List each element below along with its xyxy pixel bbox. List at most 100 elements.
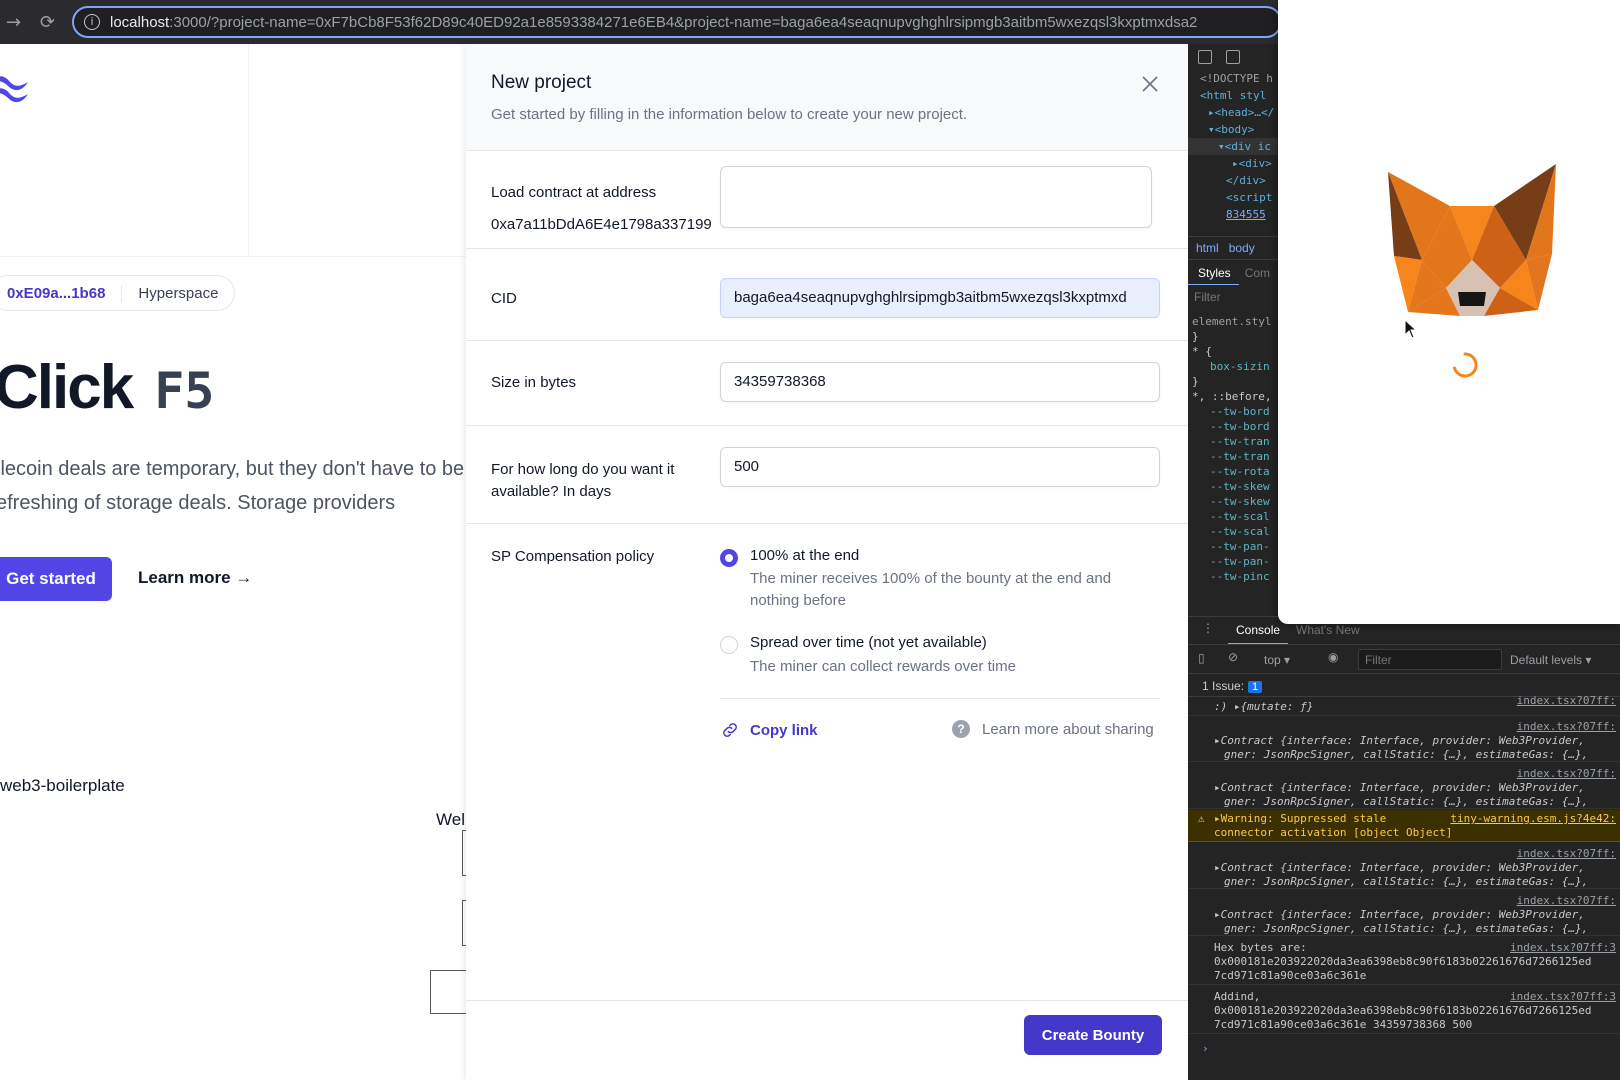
divider <box>466 248 1188 249</box>
copy-link-button[interactable]: Copy link <box>720 720 818 740</box>
breadcrumb-body[interactable]: body <box>1229 241 1255 255</box>
tab-computed[interactable]: Com <box>1245 266 1270 280</box>
reload-icon[interactable]: ⟳ <box>40 12 55 33</box>
close-icon[interactable] <box>1138 72 1162 96</box>
divider <box>466 1000 1188 1001</box>
dom-node[interactable]: 834555 <box>1188 206 1278 223</box>
console-prompt[interactable]: › <box>1202 1042 1209 1055</box>
console-filter-input[interactable]: Filter <box>1358 649 1502 670</box>
size-input[interactable]: 34359738368 <box>720 362 1160 402</box>
background-button[interactable] <box>430 970 466 1014</box>
policy-option-desc: The miner can collect rewards over time <box>750 658 1016 675</box>
style-line: } <box>1192 375 1199 388</box>
wallet-address: 0xE09a...1b68 <box>7 284 123 302</box>
style-line: --tw-pinc <box>1210 570 1270 583</box>
source-link[interactable]: index.tsx?07ff:3 <box>1510 990 1616 1003</box>
mouse-cursor-icon <box>1404 319 1418 339</box>
console-message: index.tsx?07ff: ▸Contract {interface: In… <box>1188 716 1620 762</box>
style-line: --tw-pan- <box>1210 555 1270 568</box>
source-link[interactable]: index.tsx?07ff: <box>1517 720 1616 733</box>
log-levels-select[interactable]: Default levels ▾ <box>1510 653 1591 667</box>
duration-label: For how long do you want it available? I… <box>491 461 675 500</box>
dom-node[interactable]: <html styl <box>1188 87 1278 104</box>
dom-node[interactable]: <!DOCTYPE h <box>1188 70 1278 87</box>
style-line: } <box>1192 330 1199 343</box>
clear-console-icon[interactable]: ⊘ <box>1228 650 1238 664</box>
wallet-pill[interactable]: 0xE09a...1b68 Hyperspace <box>0 275 236 311</box>
address-bar[interactable]: i localhost:3000/?project-name=0xF7bCb8F… <box>72 6 1282 38</box>
styles-filter[interactable]: Filter <box>1194 290 1221 304</box>
dom-breadcrumb: html body <box>1188 236 1278 260</box>
learn-sharing-link[interactable]: ? Learn more about sharing <box>952 720 1154 738</box>
eye-icon[interactable]: ◉ <box>1328 650 1338 664</box>
grid-line <box>0 256 466 257</box>
modal-subtitle: Get started by filling in the informatio… <box>491 106 968 123</box>
hero-key: F5 <box>154 362 215 420</box>
network-name: Hyperspace <box>138 284 219 302</box>
source-link[interactable]: tiny-warning.esm.js?4e42: <box>1450 812 1616 825</box>
dom-node[interactable]: </div> <box>1188 172 1278 189</box>
dom-node[interactable]: ▾<body> <box>1188 121 1278 138</box>
source-link[interactable]: index.tsx?07ff: <box>1517 767 1616 780</box>
contract-address-input[interactable] <box>720 166 1152 228</box>
style-line: --tw-bord <box>1210 405 1270 418</box>
device-toggle-icon[interactable] <box>1226 50 1240 64</box>
duration-input[interactable]: 500 <box>720 447 1160 487</box>
dom-node[interactable]: ▾<div ic <box>1188 138 1278 155</box>
contract-label: Load contract at address <box>491 184 657 201</box>
style-line: * { <box>1192 345 1212 358</box>
style-line: --tw-tran <box>1210 450 1270 463</box>
console-warning: ⚠ ▸Warning: Suppressed stale tiny-warnin… <box>1188 810 1620 842</box>
radio-spread-over-time[interactable] <box>720 636 738 654</box>
source-link[interactable]: index.tsx?07ff: <box>1517 894 1616 907</box>
style-line: --tw-skew <box>1210 480 1270 493</box>
sidebar-toggle-icon[interactable]: ▯ <box>1198 651 1205 665</box>
divider <box>466 425 1188 426</box>
modal-title: New project <box>491 72 592 93</box>
forward-icon[interactable]: → <box>6 12 21 33</box>
cid-input[interactable]: baga6ea4seaqnupvghghlrsipmgb3aitbm5wxezq… <box>720 278 1160 318</box>
welcome-text: Wel <box>436 810 465 829</box>
style-line: element.styl <box>1192 315 1272 328</box>
issues-badge: 1 <box>1248 681 1263 693</box>
dom-node[interactable]: ▸<div> <box>1188 155 1278 172</box>
get-started-button[interactable]: Get started <box>0 557 112 601</box>
policy-option-title: Spread over time (not yet available) <box>750 634 987 651</box>
contract-address: 0xa7a11bDdA6E4e1798a337199 <box>491 216 712 233</box>
source-link[interactable]: index.tsx?07ff: <box>1517 694 1616 707</box>
policy-option-title: 100% at the end <box>750 547 860 564</box>
source-link[interactable]: index.tsx?07ff:3 <box>1510 941 1616 954</box>
console-message: index.tsx?07ff: ▸Contract {interface: In… <box>1188 843 1620 889</box>
help-icon: ? <box>952 720 970 738</box>
size-label: Size in bytes <box>491 374 577 391</box>
radio-100-at-end[interactable] <box>720 549 738 567</box>
boilerplate-text: web3-boilerplate <box>0 776 125 795</box>
divider <box>720 698 1160 699</box>
console-message: index.tsx?07ff: ▸Contract {interface: In… <box>1188 763 1620 809</box>
drawer-menu-icon[interactable]: ⋮ <box>1202 621 1214 635</box>
style-line: --tw-pan- <box>1210 540 1270 553</box>
learn-more-link[interactable]: Learn more → <box>138 568 252 588</box>
tab-console[interactable]: Console <box>1228 617 1289 645</box>
policy-option-desc: The miner receives 100% of the bounty at… <box>750 570 1112 609</box>
cid-label: CID <box>491 290 517 307</box>
styles-tabs: Styles Com <box>1188 261 1278 285</box>
tab-styles[interactable]: Styles <box>1188 266 1239 285</box>
divider <box>466 523 1188 524</box>
dom-node[interactable]: ▸<head>…</ <box>1188 104 1278 121</box>
styles-pane: element.styl } * { box-sizin } *, ::befo… <box>1192 314 1278 584</box>
breadcrumb-html[interactable]: html <box>1196 241 1219 255</box>
hero-description: ilecoin deals are temporary, but they do… <box>0 458 466 514</box>
warning-icon: ⚠ <box>1198 812 1205 825</box>
inspect-icon[interactable] <box>1198 50 1212 64</box>
source-link[interactable]: index.tsx?07ff: <box>1517 847 1616 860</box>
url-text: localhost:3000/?project-name=0xF7bCb8F53… <box>110 14 1198 31</box>
context-select[interactable]: top ▾ <box>1264 653 1290 667</box>
modal-header: New project Get started by filling in th… <box>466 44 1188 151</box>
style-line: --tw-bord <box>1210 420 1270 433</box>
create-bounty-button[interactable]: Create Bounty <box>1024 1015 1162 1055</box>
dom-node[interactable]: <script <box>1188 189 1278 206</box>
loading-spinner-icon <box>1453 352 1478 378</box>
style-line: --tw-tran <box>1210 435 1270 448</box>
site-info-icon[interactable]: i <box>84 14 100 30</box>
